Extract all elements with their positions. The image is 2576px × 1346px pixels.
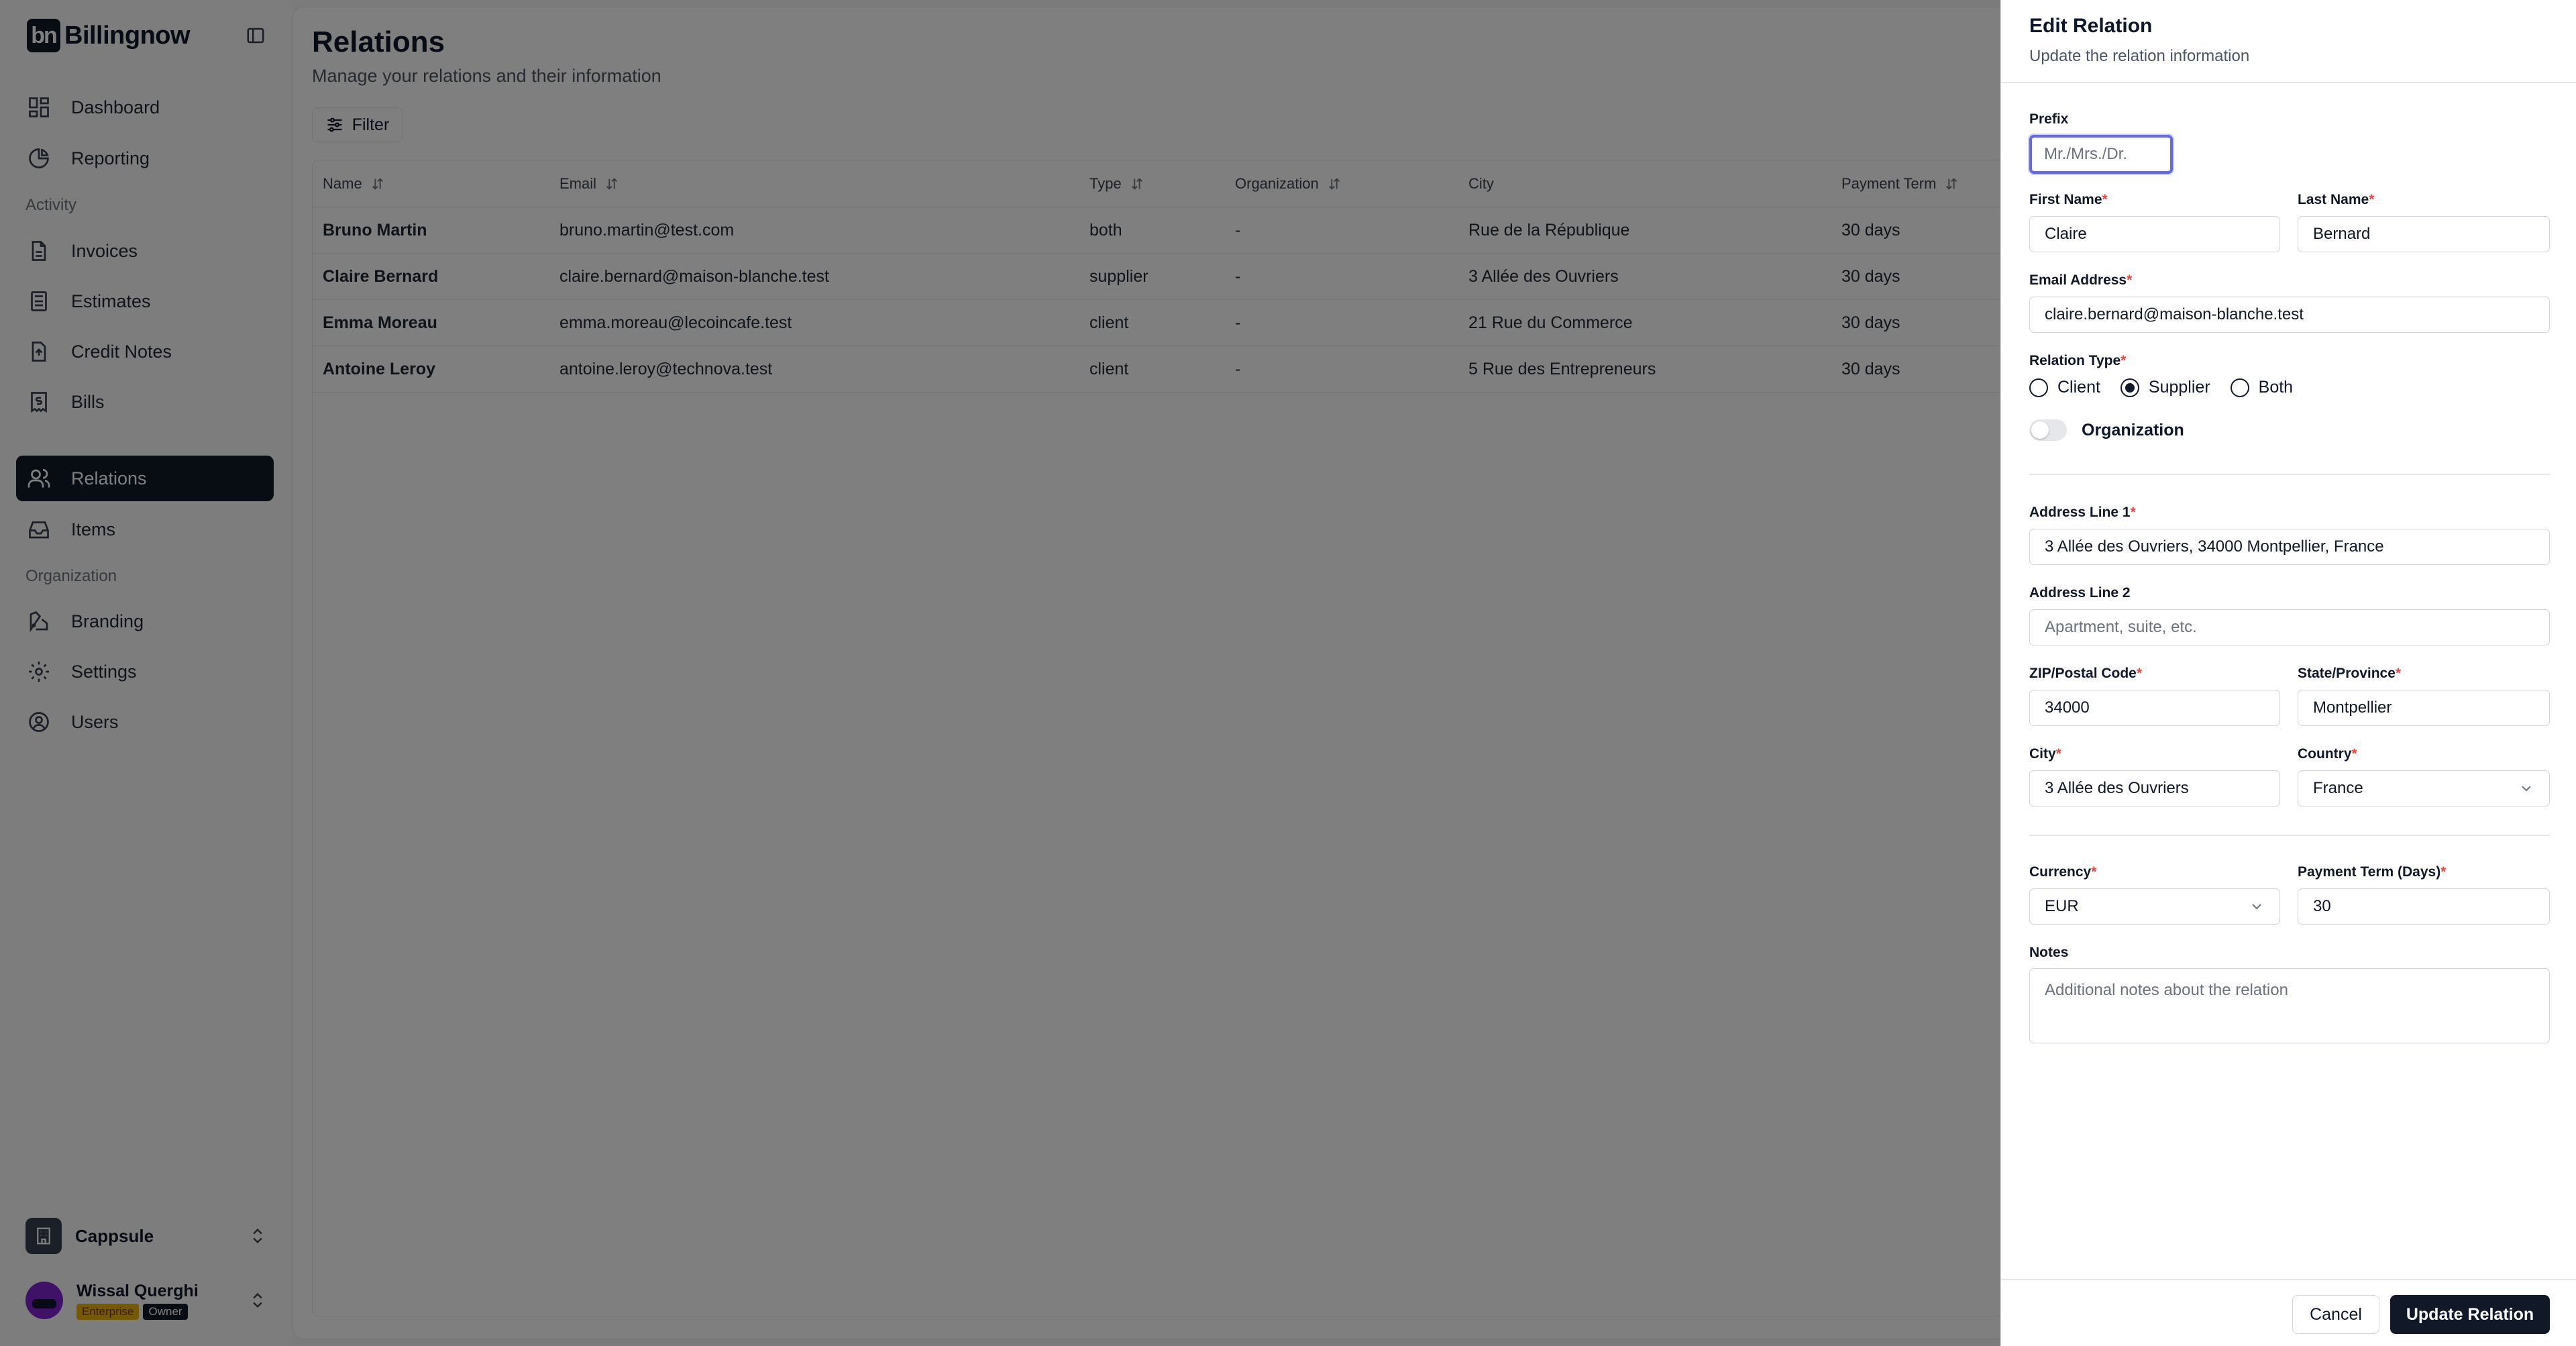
panel-title: Edit Relation <box>2029 15 2153 37</box>
payment-term-input[interactable]: 30 <box>2298 888 2550 925</box>
country-select[interactable]: France <box>2298 770 2550 807</box>
divider <box>2001 82 2576 83</box>
prefix-input[interactable]: Mr./Mrs./Dr. <box>2029 135 2173 174</box>
address-line1-input[interactable]: 3 Allée des Ouvriers, 34000 Montpellier,… <box>2029 529 2550 565</box>
organization-toggle-row: Organization <box>2029 419 2184 441</box>
radio-circle-selected[interactable] <box>2120 378 2139 397</box>
notes-textarea[interactable]: Additional notes about the relation <box>2029 968 2550 1043</box>
organization-toggle-label: Organization <box>2082 420 2184 439</box>
chevron-down-icon <box>2249 898 2265 919</box>
divider <box>2029 835 2550 836</box>
address2-label: Address Line 2 <box>2029 585 2131 601</box>
country-label: Country* <box>2298 746 2357 762</box>
relation-type-label: Relation Type* <box>2029 353 2127 368</box>
panel-subtitle: Update the relation information <box>2029 47 2250 65</box>
last-name-label: Last Name* <box>2298 192 2375 207</box>
relation-type-radio-group: Client Supplier Both <box>2029 378 2313 397</box>
zip-label: ZIP/Postal Code* <box>2029 666 2143 681</box>
email-label: Email Address* <box>2029 272 2133 288</box>
zip-input[interactable]: 34000 <box>2029 690 2280 726</box>
organization-toggle[interactable] <box>2029 419 2067 441</box>
state-input[interactable]: Montpellier <box>2298 690 2550 726</box>
radio-both[interactable]: Both <box>2230 378 2293 397</box>
notes-label: Notes <box>2029 945 2069 960</box>
currency-select[interactable]: EUR <box>2029 888 2280 925</box>
address1-label: Address Line 1* <box>2029 505 2136 520</box>
prefix-label: Prefix <box>2029 111 2069 127</box>
divider <box>2029 474 2550 475</box>
radio-circle[interactable] <box>2230 378 2249 397</box>
radio-client[interactable]: Client <box>2029 378 2100 397</box>
currency-value: EUR <box>2045 897 2079 915</box>
divider <box>2001 1279 2576 1280</box>
cancel-button[interactable]: Cancel <box>2292 1295 2379 1334</box>
chevron-down-icon <box>2518 780 2534 801</box>
currency-label: Currency* <box>2029 864 2097 880</box>
last-name-input[interactable]: Bernard <box>2298 216 2550 252</box>
address-line2-input[interactable]: Apartment, suite, etc. <box>2029 609 2550 645</box>
city-label: City* <box>2029 746 2061 762</box>
email-field[interactable]: claire.bernard@maison-blanche.test <box>2029 297 2550 333</box>
first-name-label: First Name* <box>2029 192 2108 207</box>
state-label: State/Province* <box>2298 666 2402 681</box>
country-value: France <box>2313 779 2363 797</box>
radio-supplier[interactable]: Supplier <box>2120 378 2210 397</box>
edit-relation-panel: Edit Relation Update the relation inform… <box>2000 0 2576 1346</box>
update-relation-button[interactable]: Update Relation <box>2390 1295 2550 1334</box>
radio-circle[interactable] <box>2029 378 2048 397</box>
payment-term-label: Payment Term (Days)* <box>2298 864 2447 880</box>
city-input[interactable]: 3 Allée des Ouvriers <box>2029 770 2280 807</box>
first-name-input[interactable]: Claire <box>2029 216 2280 252</box>
